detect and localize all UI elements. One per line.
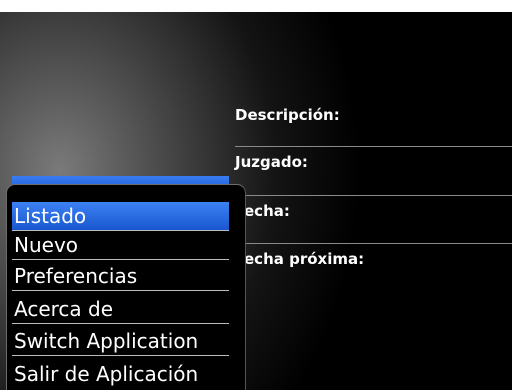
- menu-item-nuevo[interactable]: Nuevo: [12, 231, 229, 260]
- fecha-proxima-field: echa próxima:: [235, 250, 512, 268]
- fecha-proxima-label: echa próxima:: [244, 250, 365, 268]
- juzgado-field: Juzgado:: [235, 153, 512, 171]
- juzgado-label: Juzgado:: [235, 153, 308, 171]
- divider: [235, 243, 512, 244]
- descripcion-label: Descripción:: [235, 106, 340, 124]
- menu-item-acerca-de[interactable]: Acerca de: [12, 295, 229, 324]
- fecha-label: echa:: [244, 202, 290, 220]
- menu-item-salir[interactable]: Salir de Aplicación: [12, 360, 229, 389]
- menu-item-listado[interactable]: Listado: [12, 202, 229, 231]
- menu-item-preferencias[interactable]: Preferencias: [12, 262, 229, 291]
- divider: [235, 195, 512, 196]
- menu-item-switch-application[interactable]: Switch Application: [12, 327, 229, 356]
- descripcion-field: Descripción:: [235, 106, 512, 124]
- divider: [235, 146, 512, 147]
- top-bar: [0, 0, 512, 12]
- app-screen: Descripción: Juzgado: echa: echa próxima…: [0, 0, 512, 390]
- fecha-field: echa:: [235, 202, 512, 220]
